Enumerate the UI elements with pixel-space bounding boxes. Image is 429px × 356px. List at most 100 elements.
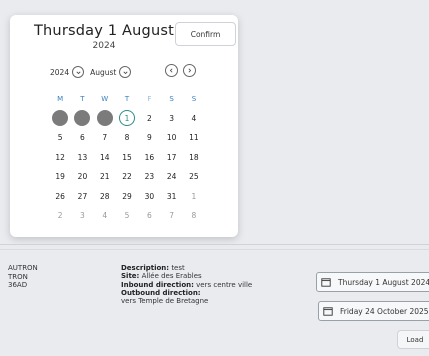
- weekday-header: M: [57, 94, 64, 103]
- day-number: 26: [55, 191, 65, 201]
- month-select-label[interactable]: August: [90, 68, 116, 77]
- date-picker-title: Thursday 1 August 2024: [24, 23, 184, 51]
- day-cell[interactable]: 17: [160, 148, 182, 168]
- day-number: 1: [191, 191, 197, 201]
- day-number: 17: [166, 152, 177, 162]
- day-number: 5: [57, 133, 63, 143]
- day-number: [96, 110, 113, 127]
- weekday-header: F: [147, 94, 152, 103]
- day-number: 3: [169, 113, 175, 123]
- day-number: 12: [55, 152, 65, 162]
- selected-year-heading: 2024: [92, 41, 116, 51]
- day-number: 9: [146, 133, 152, 143]
- day-cell[interactable]: 2: [138, 109, 160, 129]
- weekday-header: T: [80, 94, 85, 103]
- day-cell[interactable]: 12: [49, 148, 71, 168]
- day-number: 16: [144, 152, 155, 162]
- day-cell[interactable]: 25: [183, 167, 205, 187]
- day-number: 4: [191, 113, 197, 123]
- day-cell[interactable]: 29: [116, 187, 138, 207]
- date-picker-popup: Thursday 1 August 2024 Confirm 2024 Augu…: [10, 15, 238, 237]
- month-dropdown-chevron-icon[interactable]: [119, 66, 132, 78]
- day-number: 19: [55, 172, 65, 182]
- day-cell[interactable]: 6: [138, 206, 160, 226]
- day-cell[interactable]: 1: [183, 187, 205, 207]
- day-number: 5: [124, 211, 130, 221]
- day-number: 3: [80, 211, 85, 221]
- day-cell[interactable]: 13: [71, 148, 93, 168]
- left-column-line: 36AD: [8, 281, 28, 289]
- day-cell[interactable]: 20: [71, 167, 93, 187]
- day-cell[interactable]: 3: [160, 109, 182, 129]
- day-number: 25: [189, 172, 199, 182]
- next-month-chevron-right-icon[interactable]: [183, 64, 196, 77]
- day-cell[interactable]: 3: [71, 206, 93, 226]
- day-number: 23: [144, 172, 155, 182]
- day-cell[interactable]: 5: [49, 128, 71, 148]
- calendar-icon: [321, 278, 331, 287]
- day-cell[interactable]: 19: [49, 167, 71, 187]
- day-cell[interactable]: 24: [160, 167, 182, 187]
- day-cell[interactable]: 15: [116, 148, 138, 168]
- day-number: [74, 110, 91, 127]
- calendar-icon: [323, 307, 333, 316]
- day-cell[interactable]: 30: [138, 187, 160, 207]
- outbound-direction-value: vers Temple de Bretagne: [121, 297, 209, 306]
- day-cell[interactable]: 11: [183, 128, 205, 148]
- day-number: 8: [124, 133, 130, 143]
- site-value: Allée des Erables: [141, 272, 202, 281]
- inbound-direction-label: Inbound direction:: [121, 280, 194, 289]
- disabled-day-cell: [94, 109, 116, 129]
- day-number: 31: [166, 191, 177, 201]
- left-column-line: TRON: [8, 272, 28, 281]
- weekday-header: S: [191, 94, 197, 103]
- start-date-button[interactable]: Thursday 1 August 2024: [316, 272, 429, 292]
- load-button[interactable]: Load: [397, 330, 429, 349]
- day-cell[interactable]: 18: [183, 148, 205, 168]
- day-cell[interactable]: 4: [94, 206, 116, 226]
- day-cell[interactable]: 8: [116, 128, 138, 148]
- day-cell[interactable]: 16: [138, 148, 160, 168]
- day-number: 15: [122, 152, 132, 162]
- previous-month-chevron-left-icon[interactable]: [165, 64, 178, 77]
- day-cell[interactable]: 5: [116, 206, 138, 226]
- day-cell[interactable]: 9: [138, 128, 160, 148]
- description-label: Description:: [121, 264, 170, 272]
- day-cell[interactable]: 31: [160, 187, 182, 207]
- day-cell[interactable]: 26: [49, 187, 71, 207]
- start-date-label: Thursday 1 August 2024: [338, 277, 429, 287]
- day-cell[interactable]: 8: [183, 206, 205, 226]
- selected-date-heading: Thursday 1 August: [33, 23, 174, 39]
- weekday-header: S: [169, 94, 174, 103]
- day-number: 6: [80, 133, 85, 143]
- day-cell[interactable]: 6: [71, 128, 93, 148]
- day-number: 21: [99, 172, 110, 182]
- day-cell[interactable]: 14: [94, 148, 116, 168]
- day-cell[interactable]: 21: [94, 167, 116, 187]
- disabled-day-cell: [49, 109, 71, 129]
- month-year-selectors: 2024 August: [50, 64, 132, 80]
- day-number: 20: [77, 172, 88, 182]
- day-cell[interactable]: 7: [94, 128, 116, 148]
- description-value: test: [171, 264, 185, 272]
- selected-day-cell[interactable]: 1: [116, 109, 138, 129]
- day-number: 1: [119, 110, 136, 127]
- day-cell[interactable]: 2: [49, 206, 71, 226]
- day-cell[interactable]: 7: [160, 206, 182, 226]
- day-cell[interactable]: 10: [160, 128, 182, 148]
- day-cell[interactable]: 27: [71, 187, 93, 207]
- day-cell[interactable]: 4: [183, 109, 205, 129]
- confirm-button[interactable]: Confirm: [175, 22, 236, 46]
- day-number: 13: [77, 152, 88, 162]
- day-number: [52, 110, 69, 127]
- day-number: 22: [122, 172, 132, 182]
- day-number: 6: [146, 211, 152, 221]
- year-select-label[interactable]: 2024: [50, 68, 69, 77]
- day-cell[interactable]: 22: [116, 167, 138, 187]
- day-cell[interactable]: 28: [94, 187, 116, 207]
- end-date-button[interactable]: Friday 24 October 2025: [318, 301, 429, 321]
- day-number: 8: [191, 211, 197, 221]
- year-dropdown-chevron-icon[interactable]: [72, 66, 85, 78]
- day-cell[interactable]: 23: [138, 167, 160, 187]
- disabled-day-cell: [71, 109, 93, 129]
